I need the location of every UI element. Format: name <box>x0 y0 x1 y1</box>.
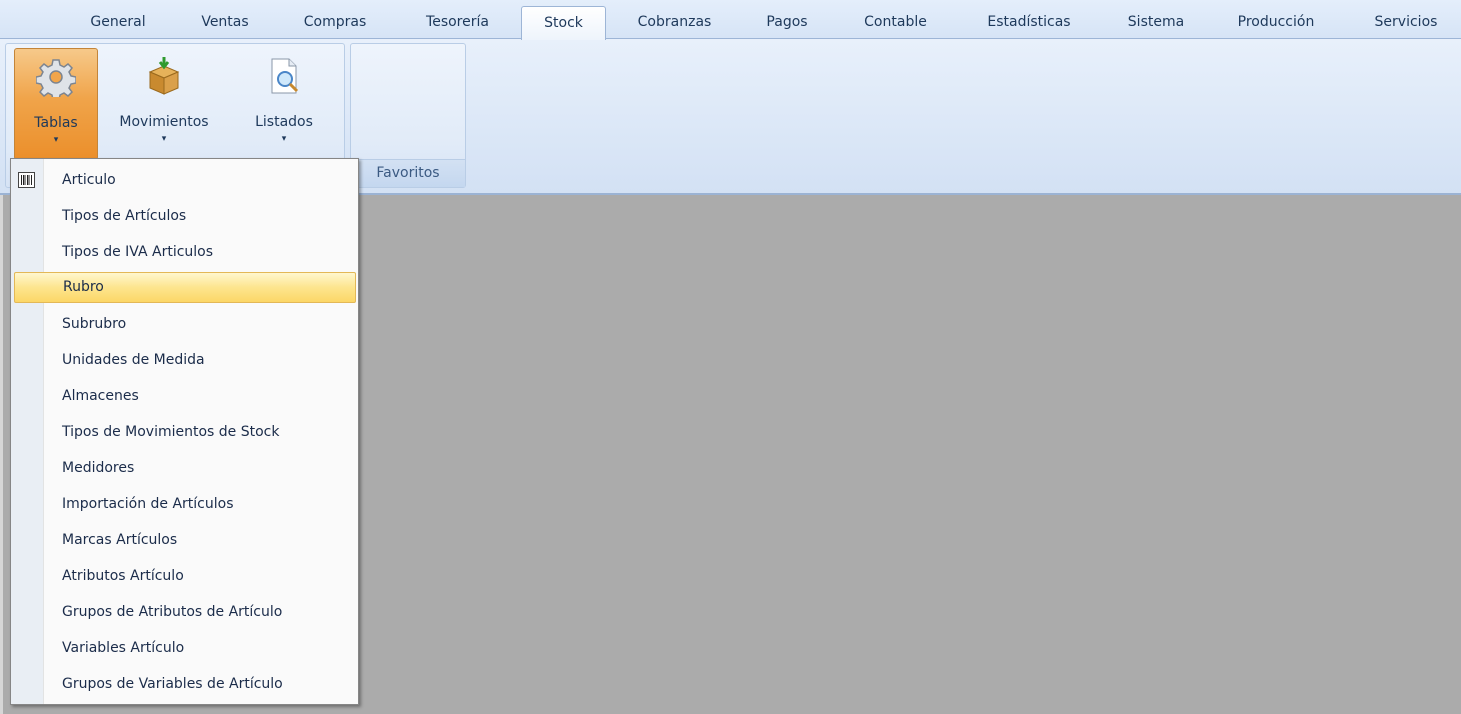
menu-item-variables-articulo[interactable]: Variables Artículo <box>14 634 356 663</box>
tab-servicios[interactable]: Servicios <box>1356 6 1456 39</box>
tab-tesoreria[interactable]: Tesorería <box>410 6 505 39</box>
menu-item-grupos-de-variables-de-articulo[interactable]: Grupos de Variables de Artículo <box>14 670 356 699</box>
tablas-label: Tablas <box>34 115 78 131</box>
menu-item-tipos-de-iva-articulos[interactable]: Tipos de IVA Articulos <box>14 238 356 267</box>
box-icon <box>148 57 180 95</box>
tablas-button[interactable]: Tablas ▾ <box>14 48 98 160</box>
menu-item-unidades-de-medida[interactable]: Unidades de Medida <box>14 346 356 375</box>
tab-sistema[interactable]: Sistema <box>1112 6 1200 39</box>
barcode-icon <box>18 172 35 188</box>
chevron-down-icon: ▾ <box>281 134 287 144</box>
menu-item-rubro[interactable]: Rubro <box>14 272 356 303</box>
menu-item-medidores[interactable]: Medidores <box>14 454 356 483</box>
menu-item-atributos-articulo[interactable]: Atributos Artículo <box>14 562 356 591</box>
chevron-down-icon: ▾ <box>161 134 167 144</box>
ribbon-group-favoritos: Favoritos <box>350 43 466 188</box>
listados-button[interactable]: Listados ▾ <box>234 48 334 160</box>
menu-item-grupos-de-atributos-de-articulo[interactable]: Grupos de Atributos de Artículo <box>14 598 356 627</box>
tab-general[interactable]: General <box>78 6 158 39</box>
movimientos-label: Movimientos <box>119 114 209 130</box>
ribbon-tab-strip: General Ventas Compras Tesorería Stock C… <box>0 0 1461 40</box>
menu-item-almacenes[interactable]: Almacenes <box>14 382 356 411</box>
menu-item-articulo[interactable]: Articulo <box>14 166 356 195</box>
tablas-dropdown-menu: Articulo Tipos de Artículos Tipos de IVA… <box>10 158 359 705</box>
menu-item-marcas-articulos[interactable]: Marcas Artículos <box>14 526 356 555</box>
tab-ventas[interactable]: Ventas <box>190 6 260 39</box>
gear-icon <box>36 59 76 97</box>
favoritos-caption: Favoritos <box>351 159 465 187</box>
menu-item-tipos-de-movimientos-de-stock[interactable]: Tipos de Movimientos de Stock <box>14 418 356 447</box>
listados-label: Listados <box>255 114 313 130</box>
document-search-icon <box>271 58 299 94</box>
menu-item-subrubro[interactable]: Subrubro <box>14 310 356 339</box>
tab-cobranzas[interactable]: Cobranzas <box>622 6 727 39</box>
tab-compras[interactable]: Compras <box>290 6 380 39</box>
movimientos-button[interactable]: Movimientos ▾ <box>109 48 219 160</box>
menu-item-tipos-de-articulos[interactable]: Tipos de Artículos <box>14 202 356 231</box>
tab-contable[interactable]: Contable <box>848 6 943 39</box>
tab-stock[interactable]: Stock <box>521 6 606 40</box>
tab-pagos[interactable]: Pagos <box>752 6 822 39</box>
menu-item-importacion-de-articulos[interactable]: Importación de Artículos <box>14 490 356 519</box>
tab-estadisticas[interactable]: Estadísticas <box>968 6 1090 39</box>
tab-produccion[interactable]: Producción <box>1218 6 1334 39</box>
menu-item-label: Articulo <box>62 172 116 188</box>
chevron-down-icon: ▾ <box>53 135 59 145</box>
